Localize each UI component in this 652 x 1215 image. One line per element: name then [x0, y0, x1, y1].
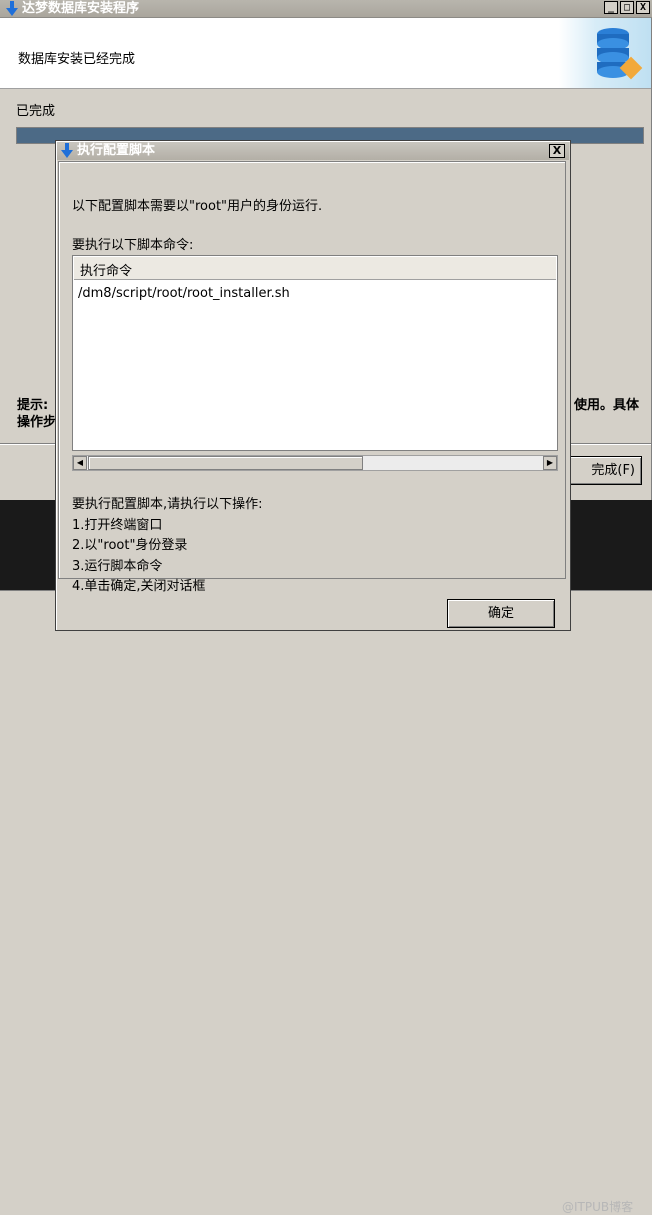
- maximize-button[interactable]: □: [620, 1, 634, 14]
- close-button[interactable]: X: [636, 1, 650, 14]
- down-arrow-icon: [61, 143, 73, 158]
- tip-line-2: 操作步: [17, 415, 57, 430]
- ok-button[interactable]: 确定: [447, 599, 555, 628]
- scroll-right-icon[interactable]: ▶: [543, 456, 557, 470]
- watermark: @ITPUB博客: [562, 1200, 634, 1214]
- dialog-message: 以下配置脚本需要以"root"用户的身份运行.: [72, 199, 323, 214]
- dialog-close-button[interactable]: X: [549, 144, 565, 158]
- table-row[interactable]: /dm8/script/root/root_installer.sh: [78, 286, 290, 301]
- scrollbar-thumb[interactable]: [88, 456, 363, 470]
- step-item: 2.以"root"身份登录: [72, 538, 188, 553]
- instructions: 要执行配置脚本,请执行以下操作: 1.打开终端窗口 2.以"root"身份登录 …: [72, 495, 263, 598]
- tip-text-right: 使用。具体: [574, 398, 640, 413]
- script-table: 执行命令 /dm8/script/root/root_installer.sh: [72, 255, 558, 451]
- installer-title: 达梦数据库安装程序: [22, 1, 140, 16]
- step-item: 1.打开终端窗口: [72, 517, 163, 533]
- config-script-dialog: 执行配置脚本 X 以下配置脚本需要以"root"用户的身份运行. 要执行以下脚本…: [55, 140, 571, 631]
- installer-header: 数据库安装已经完成: [0, 18, 651, 89]
- header-graphic: [559, 18, 651, 88]
- step-item: 3.运行脚本命令: [72, 558, 163, 574]
- dialog-title: 执行配置脚本: [77, 143, 156, 158]
- dialog-titlebar[interactable]: 执行配置脚本 X: [57, 142, 569, 160]
- tip-text-left: 提示: 操作步: [17, 397, 56, 431]
- status-text: 已完成: [16, 104, 56, 119]
- installer-titlebar[interactable]: 达梦数据库安装程序 _ □ X: [0, 0, 652, 18]
- scroll-left-icon[interactable]: ◀: [73, 456, 87, 470]
- horizontal-scrollbar[interactable]: ◀ ▶: [72, 455, 558, 471]
- instructions-title: 要执行配置脚本,请执行以下操作:: [72, 497, 263, 512]
- down-arrow-icon: [6, 1, 18, 16]
- dialog-content-panel: 以下配置脚本需要以"root"用户的身份运行. 要执行以下脚本命令: 执行命令 …: [58, 161, 566, 594]
- header-text: 数据库安装已经完成: [18, 52, 136, 67]
- step-item: 4.单击确定,关闭对话框: [72, 579, 206, 594]
- column-header-command: 执行命令: [80, 264, 133, 279]
- minimize-button[interactable]: _: [604, 1, 618, 14]
- table-header[interactable]: 执行命令: [74, 257, 556, 280]
- database-server-icon: [597, 28, 643, 80]
- tip-line-1: 提示:: [17, 398, 49, 413]
- script-label: 要执行以下脚本命令:: [72, 238, 194, 253]
